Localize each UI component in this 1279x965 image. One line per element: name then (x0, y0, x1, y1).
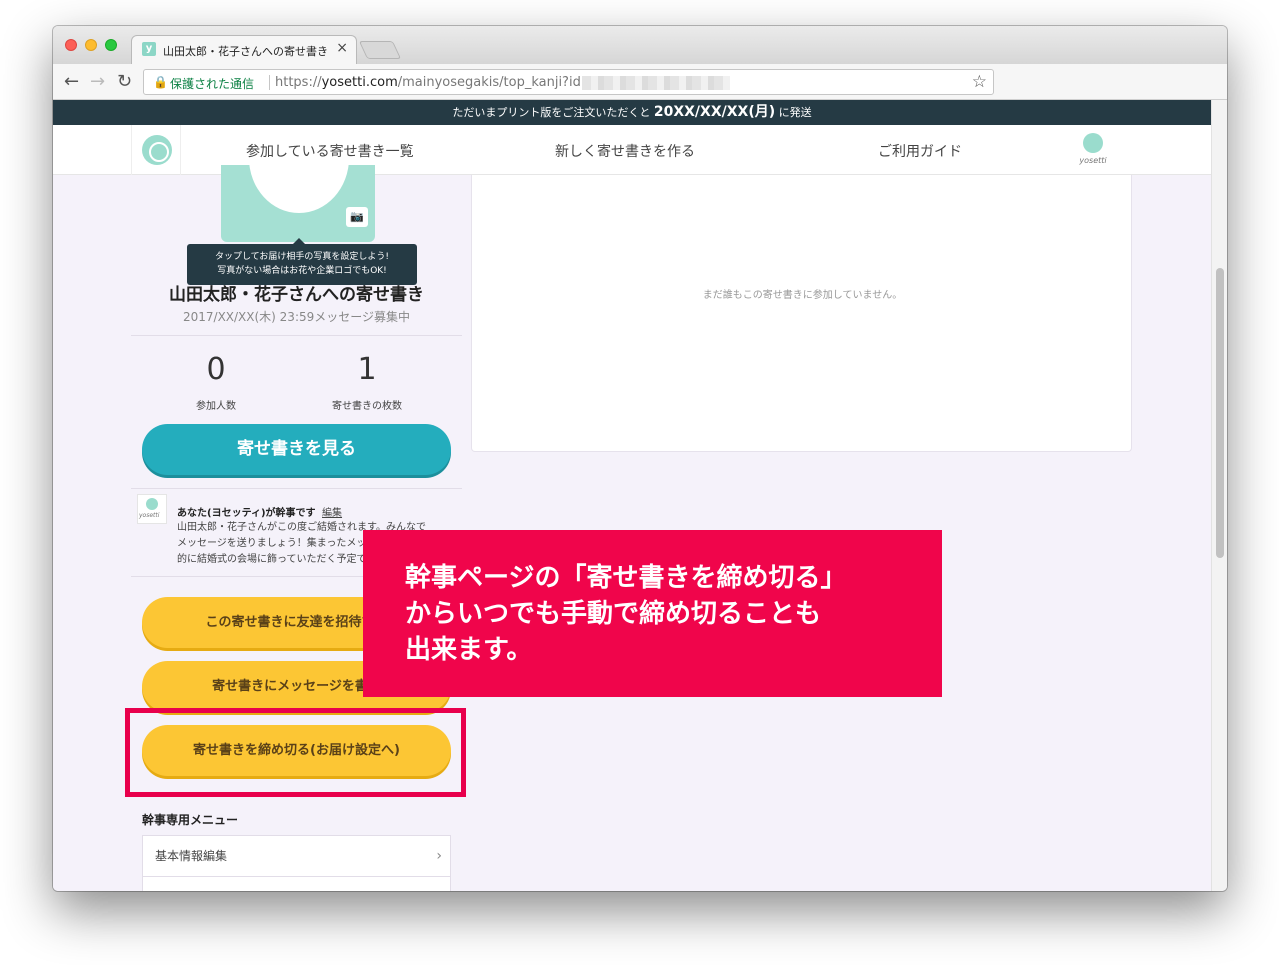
forward-arrow-icon[interactable]: → (90, 71, 105, 92)
divider (131, 488, 462, 489)
banner-suffix: に発送 (778, 106, 812, 119)
banner-prefix: ただいまプリント版をご注文いただくと (452, 106, 651, 119)
back-arrow-icon[interactable]: ← (64, 71, 79, 92)
nav-link-create[interactable]: 新しく寄せ書きを作る (555, 141, 695, 161)
browser-window: y 山田太郎・花子さんへの寄せ書き × ← → ↻ 🔒 保護された通信 http… (53, 26, 1227, 891)
participant-count-label: 参加人数 (196, 401, 236, 412)
page-viewport: ただいまプリント版をご注文いただくと 20XX/XX/XX(月) に発送 参加し… (53, 100, 1211, 891)
participant-count: 0 参加人数 (161, 352, 271, 413)
view-card-button[interactable]: 寄せ書きを見る (142, 424, 451, 475)
secure-label: 保護された通信 (170, 77, 255, 91)
close-tab-icon[interactable]: × (336, 40, 348, 56)
user-avatar-icon (1083, 133, 1103, 153)
deadline-text: 2017/XX/XX(木) 23:59メッセージ募集中 (182, 310, 411, 324)
address-bar[interactable]: 🔒 保護された通信 https://yosetti.com/mainyosega… (143, 69, 994, 95)
divider (131, 335, 462, 336)
scrollbar-thumb[interactable] (1216, 268, 1224, 558)
maximize-window-button[interactable] (105, 39, 117, 51)
browser-tab[interactable]: y 山田太郎・花子さんへの寄せ書き × (131, 35, 357, 64)
participant-count-value: 0 (206, 352, 226, 387)
tooltip-line-2: 写真がない場合はお花や企業ロゴでもOK! (217, 266, 387, 276)
organizer-menu-heading: 幹事専用メニュー (142, 813, 239, 827)
organizer-name-text: あなた(ヨセッティ)が幹事です (177, 508, 316, 519)
recipient-photo[interactable]: 📷 (221, 165, 375, 242)
title-bar: y 山田太郎・花子さんへの寄せ書き × (53, 26, 1227, 64)
highlight-box (125, 708, 466, 797)
menu-item-label: 基本情報編集 (155, 849, 228, 863)
page-scrollbar[interactable] (1211, 100, 1227, 891)
photo-tooltip: タップしてお届け相手の写真を設定しよう! 写真がない場合はお花や企業ロゴでもOK… (187, 238, 417, 285)
camera-icon[interactable]: 📷 (346, 207, 368, 227)
card-sheet-count: 1 寄せ書きの枚数 (312, 352, 422, 413)
empty-participants-message: まだ誰もこの寄せ書きに参加していません。 (702, 290, 903, 301)
url-path: /mainyosegakis/top_kanji?id= (397, 75, 592, 90)
menu-item-basic-info[interactable]: 基本情報編集 › (142, 835, 451, 877)
yosetti-logo-icon (142, 135, 172, 165)
edit-link[interactable]: 編集 (322, 508, 342, 519)
url-text: https://yosetti.com/mainyosegakis/top_ka… (275, 75, 592, 90)
callout-line: からいつでも手動で締め切ることも (405, 599, 822, 629)
callout-line: 出来ます。 (405, 635, 533, 665)
url-host: yosetti.com (321, 75, 398, 90)
menu-item-next[interactable] (142, 876, 451, 891)
mascot-face (249, 165, 349, 213)
user-avatar-label: yosetti (1079, 156, 1107, 165)
nav-link-joined[interactable]: 参加している寄せ書き一覧 (246, 141, 414, 161)
url-scheme: https:// (275, 75, 322, 90)
new-tab-button[interactable] (358, 41, 402, 59)
organizer-avatar-label: yosetti (139, 512, 160, 519)
url-divider (269, 75, 270, 90)
participants-panel: まだ誰もこの寄せ書きに参加していません。 (471, 175, 1132, 452)
banner-date: 20XX/XX/XX(月) (653, 104, 776, 120)
organizer-name: あなた(ヨセッティ)が幹事です 編集 (177, 504, 342, 519)
annotation-callout: 幹事ページの「寄せ書きを締め切る」 からいつでも手動で締め切ることも 出来ます。 (363, 530, 942, 697)
favicon-icon: y (142, 42, 156, 56)
tooltip-line-1: タップしてお届け相手の写真を設定しよう! (214, 252, 390, 262)
nav-link-guide[interactable]: ご利用ガイド (878, 141, 962, 161)
close-window-button[interactable] (65, 39, 77, 51)
organizer-avatar-icon (146, 498, 158, 510)
card-sheet-count-value: 1 (357, 352, 377, 387)
shipping-banner: ただいまプリント版をご注文いただくと 20XX/XX/XX(月) に発送 (53, 100, 1211, 125)
tab-title: 山田太郎・花子さんへの寄せ書き (163, 45, 328, 58)
callout-line: 幹事ページの「寄せ書きを締め切る」 (405, 563, 847, 593)
bookmark-star-icon[interactable]: ☆ (972, 72, 987, 92)
card-sheet-count-label: 寄せ書きの枚数 (332, 401, 402, 412)
organizer-avatar: yosetti (137, 494, 167, 524)
browser-toolbar: ← → ↻ 🔒 保護された通信 https://yosetti.com/main… (53, 64, 1227, 100)
redacted-url-id (582, 76, 730, 90)
minimize-window-button[interactable] (85, 39, 97, 51)
site-logo[interactable] (131, 125, 181, 175)
lock-icon: 🔒 (153, 75, 168, 89)
user-avatar[interactable]: yosetti (1075, 133, 1111, 171)
chevron-right-icon: › (436, 848, 442, 864)
callout-text: 幹事ページの「寄せ書きを締め切る」 からいつでも手動で締め切ることも 出来ます。 (405, 560, 925, 668)
reload-icon[interactable]: ↻ (117, 71, 132, 92)
